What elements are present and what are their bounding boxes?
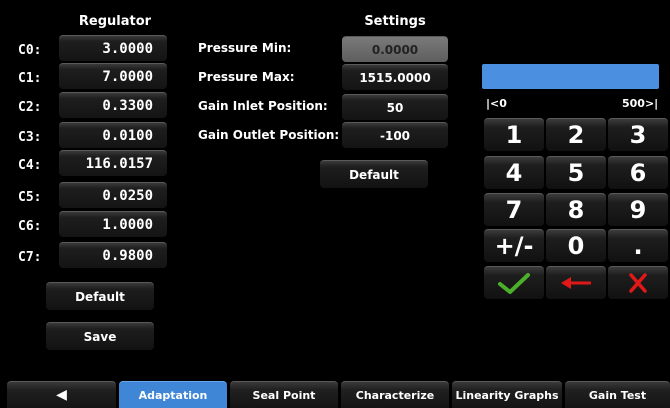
- key-plus-minus[interactable]: +/-: [484, 229, 544, 262]
- confirm-button[interactable]: [484, 266, 544, 299]
- settings-title: Settings: [364, 14, 426, 29]
- coef-label-c2: C2:: [18, 100, 42, 115]
- key-2[interactable]: 2: [546, 118, 606, 151]
- tab-linearity-graphs[interactable]: Linearity Graphs: [452, 381, 562, 408]
- coef-label-c7: C7:: [18, 250, 42, 265]
- key-decimal[interactable]: .: [608, 229, 668, 262]
- pressure-min-label: Pressure Min:: [198, 41, 292, 55]
- coef-field-c0[interactable]: 3.0000: [59, 35, 167, 61]
- coef-label-c6: C6:: [18, 219, 42, 234]
- coef-field-c5[interactable]: 0.0250: [59, 182, 167, 208]
- regulator-title: Regulator: [78, 14, 152, 29]
- gain-inlet-field[interactable]: 50: [342, 94, 448, 120]
- coef-label-c5: C5:: [18, 190, 42, 205]
- key-6[interactable]: 6: [608, 156, 668, 189]
- key-1[interactable]: 1: [484, 118, 544, 151]
- cancel-button[interactable]: [608, 266, 668, 299]
- back-arrow-icon: ◀: [56, 387, 67, 403]
- gain-outlet-field[interactable]: -100: [342, 122, 448, 148]
- pressure-max-field[interactable]: 1515.0000: [342, 64, 448, 90]
- coef-label-c4: C4:: [18, 158, 42, 173]
- checkmark-icon: [498, 273, 530, 294]
- tab-adaptation[interactable]: Adaptation: [119, 381, 227, 408]
- keypad-entry-field[interactable]: [482, 64, 659, 89]
- coef-field-c4[interactable]: 116.0157: [59, 150, 167, 176]
- key-0[interactable]: 0: [546, 229, 606, 262]
- range-max-label: 500>|: [622, 97, 659, 110]
- key-5[interactable]: 5: [546, 156, 606, 189]
- gain-inlet-label: Gain Inlet Position:: [198, 99, 328, 113]
- tab-back[interactable]: ◀: [7, 381, 116, 408]
- regulator-save-button[interactable]: Save: [46, 322, 154, 350]
- gain-outlet-label: Gain Outlet Position:: [198, 128, 340, 142]
- key-8[interactable]: 8: [546, 193, 606, 226]
- close-x-icon: [629, 273, 647, 293]
- tab-gain-test[interactable]: Gain Test: [565, 381, 670, 408]
- coef-field-c6[interactable]: 1.0000: [59, 211, 167, 237]
- coef-label-c1: C1:: [18, 71, 42, 86]
- coef-field-c2[interactable]: 0.3300: [59, 92, 167, 118]
- key-3[interactable]: 3: [608, 118, 668, 151]
- coef-label-c3: C3:: [18, 130, 42, 145]
- key-9[interactable]: 9: [608, 193, 668, 226]
- tab-seal-point[interactable]: Seal Point: [230, 381, 338, 408]
- key-4[interactable]: 4: [484, 156, 544, 189]
- backspace-button[interactable]: [546, 266, 606, 299]
- left-arrow-icon: [561, 277, 591, 289]
- coef-field-c1[interactable]: 7.0000: [59, 63, 167, 89]
- tab-characterize[interactable]: Characterize: [341, 381, 449, 408]
- regulator-default-button[interactable]: Default: [46, 282, 154, 310]
- key-7[interactable]: 7: [484, 193, 544, 226]
- coef-label-c0: C0:: [18, 43, 42, 58]
- settings-default-button[interactable]: Default: [320, 160, 428, 188]
- pressure-min-field[interactable]: 0.0000: [342, 36, 448, 62]
- coef-field-c7[interactable]: 0.9800: [59, 242, 167, 268]
- range-min-label: |<0: [486, 97, 507, 110]
- pressure-max-label: Pressure Max:: [198, 70, 295, 84]
- coef-field-c3[interactable]: 0.0100: [59, 122, 167, 148]
